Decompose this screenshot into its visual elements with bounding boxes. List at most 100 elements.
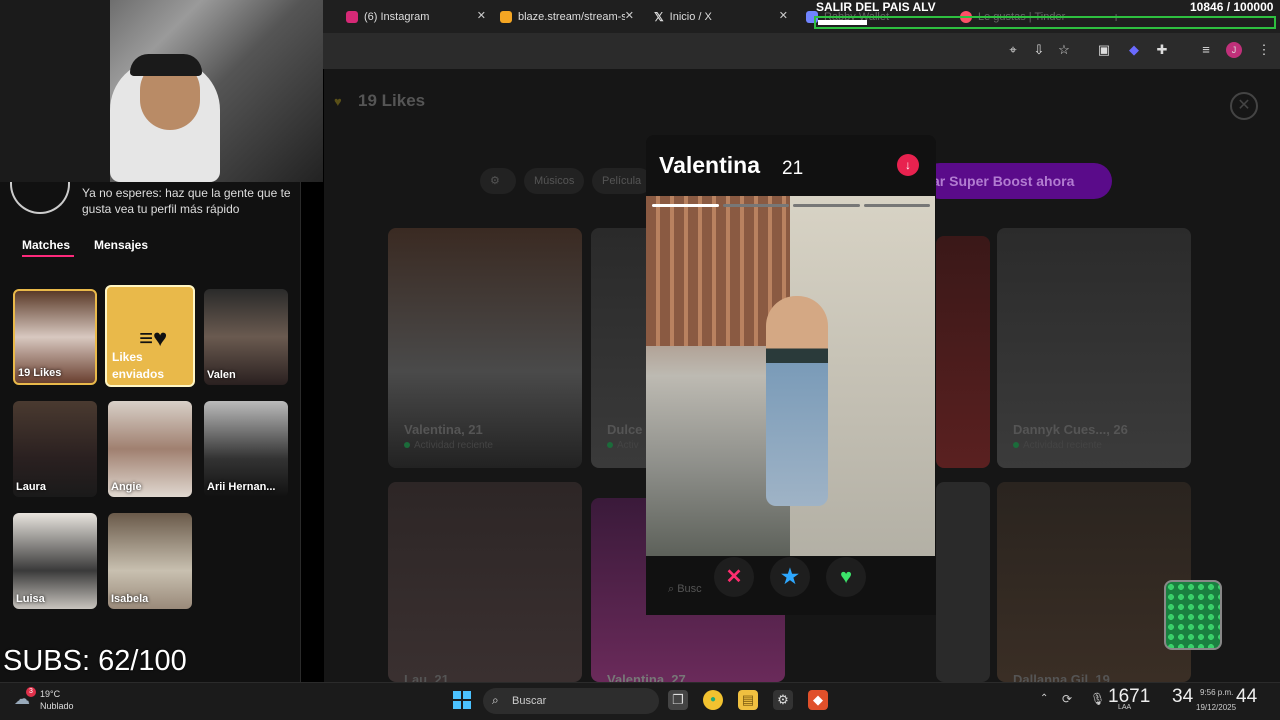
microphone-icon[interactable]: 🎙 [1090,692,1105,706]
heart-icon: ♥ [334,94,342,109]
like-card[interactable]: Dallanna Gil, 19 [997,482,1191,682]
chevron-up-icon[interactable]: ⌃ [1040,693,1048,704]
match-name: Arii Hernan... [207,481,276,493]
close-icon[interactable]: ✕ [477,9,486,22]
match-name: Valen [207,369,236,381]
tab-blaze[interactable]: blaze.stream/stream-s ✕ [500,6,634,28]
taskbar-search-label: Buscar [512,695,547,707]
instagram-icon [346,11,358,23]
profile-avatar[interactable]: J [1226,42,1242,58]
windows-start-icon[interactable] [453,691,471,709]
nope-button[interactable]: ✕ [714,557,754,597]
weather-description: Nublado [40,701,74,711]
match-card[interactable]: Isabela [108,513,192,609]
tab-instagram[interactable]: (6) Instagram ✕ [346,6,486,28]
card-name: Dannyk Cues..., 26 [1013,422,1128,437]
clock-time[interactable]: 9:56 p.m. [1200,688,1233,697]
match-card[interactable]: Luisa [13,513,97,609]
photo-page-indicator[interactable] [863,204,930,207]
webcam-chair [0,0,110,182]
like-button[interactable]: ♥ [826,557,866,597]
card-name: Valentina, 21 [404,422,483,437]
taskbar-search[interactable] [483,688,659,714]
photo-page-indicator[interactable] [652,204,719,207]
boost-promo-text: Ya no esperes: haz que la gente que te g… [82,186,291,216]
weather-temperature: 19°C [40,689,61,699]
close-icon[interactable]: ✕ [624,9,634,22]
sync-icon[interactable]: ⟳ [1062,692,1072,706]
weather-badge: 3 [26,687,36,697]
active-tab-indicator [22,255,74,257]
match-card[interactable]: Angie [108,401,192,497]
match-card[interactable]: Valen [204,289,288,385]
chip-pelicula[interactable]: Película [592,168,652,194]
stream-goal-bar [814,16,1276,29]
search-hint: ⌕ Busc [668,583,702,595]
super-like-button[interactable]: ★ [770,557,810,597]
settings-icon[interactable]: ⚙ [773,690,793,710]
filter-icon[interactable]: ⚙ [480,168,516,194]
likes-sent-card[interactable]: ≡♥ Likes enviados [105,285,195,387]
tab-matches[interactable]: Matches [22,238,70,252]
tab-label: Inicio / X [669,11,712,23]
location-icon[interactable]: ⌖ [1005,42,1021,58]
like-card[interactable]: Lau, 21 [388,482,582,682]
chrome-icon[interactable]: ● [703,690,723,710]
file-explorer-icon[interactable]: ▤ [738,690,758,710]
profile-photo[interactable] [646,196,935,556]
wallet-extension-icon[interactable]: ◆ [1126,42,1142,58]
card-activity: Actividad reciente [1013,440,1102,451]
like-card[interactable] [936,482,990,682]
x-logo-icon: 𝕏 [654,10,664,24]
chip-musicos[interactable]: Músicos [524,168,585,194]
like-card[interactable]: Dannyk Cues..., 26 Actividad reciente [997,228,1191,468]
search-icon: ⌕ [492,693,499,707]
match-name: Angie [111,481,142,493]
likes-card[interactable]: 19 Likes [13,289,97,385]
keyboard-language[interactable]: LAA [1118,704,1131,711]
tab-label: (6) Instagram [364,11,430,23]
match-card[interactable]: Arii Hernan... [204,401,288,497]
card-name: Valentina, 27 [607,672,686,682]
match-name: Laura [16,481,46,493]
brave-icon[interactable]: ◆ [808,690,828,710]
install-app-icon[interactable]: ⇩ [1031,42,1047,58]
card-activity: Actividad reciente [404,440,493,451]
media-control-icon[interactable]: ≡ [1198,42,1214,58]
card-name: Dulce [607,422,643,437]
clock-date[interactable]: 19/12/2025 [1196,703,1236,712]
stream-goal-counter: 10846 / 100000 [1190,0,1274,14]
match-name: Isabela [111,593,149,605]
like-card[interactable] [936,236,990,468]
card-name: Dallanna Gil, 19 [1013,672,1110,682]
bookmark-star-icon[interactable]: ☆ [1056,42,1072,58]
match-name: Luisa [16,593,45,605]
photo-page-indicator[interactable] [793,204,860,207]
stream-goal-title: SALIR DEL PAIS ALV [816,0,936,14]
task-view-icon[interactable]: ❐ [668,690,688,710]
photo-page-indicator[interactable] [722,204,789,207]
webcam-overlay [0,0,323,182]
menu-icon[interactable]: ⋮ [1256,42,1272,58]
puzzle-icon[interactable]: ✚ [1154,42,1170,58]
extension-icon[interactable]: ▣ [1096,42,1112,58]
super-boost-button[interactable]: ar Super Boost ahora [922,163,1112,199]
photo-person [766,296,828,506]
stream-goal-fill [818,20,867,25]
likes-sent-label: Likes enviados [112,350,165,381]
profile-name: Valentina [659,152,760,178]
collapse-profile-button[interactable]: ↓ [897,154,919,176]
timer-digits-2: 34 [1172,686,1194,707]
tab-mensajes[interactable]: Mensajes [94,238,148,252]
card-activity: Activ [607,440,639,451]
like-card[interactable]: Valentina, 21 Actividad reciente [388,228,582,468]
tab-x[interactable]: 𝕏 Inicio / X ✕ [654,6,788,28]
match-card[interactable]: Laura [13,401,97,497]
close-button[interactable]: ✕ [1230,92,1258,120]
subs-counter: SUBS: 62/100 [3,645,187,677]
webcam-streamer-cap [130,54,202,76]
tab-label: blaze.stream/stream-s [518,11,627,23]
close-icon[interactable]: ✕ [779,9,788,22]
likes-title: 19 Likes [358,91,426,110]
timer-digits-3: 44 [1236,686,1258,707]
